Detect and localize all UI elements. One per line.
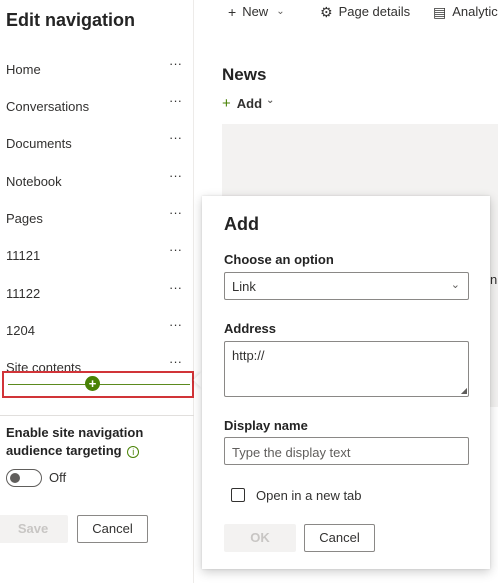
callout-cancel-button[interactable]: Cancel: [304, 524, 375, 552]
panel-title: Edit navigation: [6, 10, 136, 30]
resize-grip-icon[interactable]: ◢: [461, 387, 467, 395]
more-options-icon[interactable]: ···: [169, 354, 182, 369]
more-options-icon[interactable]: ···: [169, 317, 182, 332]
add-label: Add: [236, 96, 263, 111]
add-link-callout: Add Choose an option Link ⌄ Address http…: [202, 196, 490, 569]
option-dropdown[interactable]: Link ⌄: [224, 272, 469, 300]
info-icon[interactable]: i: [127, 445, 140, 458]
add-link-plus-icon[interactable]: +: [85, 376, 100, 391]
new-command[interactable]: + New ⌄: [228, 3, 285, 21]
nav-item-conversations[interactable]: Conversations ···: [0, 93, 190, 119]
chevron-down-icon: ⌄: [450, 279, 460, 291]
news-add-button[interactable]: + Add ⌄: [222, 95, 274, 112]
more-options-icon[interactable]: ···: [169, 56, 182, 71]
nav-item-label: Pages: [6, 211, 43, 226]
nav-item-home[interactable]: Home ···: [0, 56, 190, 82]
nav-item-label: Notebook: [6, 174, 62, 189]
gear-icon: ⚙: [320, 4, 333, 20]
more-options-icon[interactable]: ···: [169, 168, 182, 183]
address-value: http://: [232, 348, 265, 363]
nav-item-label: 11122: [6, 286, 41, 301]
new-label: New: [242, 4, 269, 19]
toggle-state-text: Off: [49, 470, 67, 485]
display-name-placeholder: Type the display text: [232, 445, 351, 460]
option-dropdown-value: Link: [232, 279, 256, 294]
nav-item-label: Home: [6, 62, 41, 77]
divider: [0, 415, 194, 416]
more-options-icon[interactable]: ···: [169, 93, 182, 108]
insert-link-highlight[interactable]: +: [2, 371, 194, 398]
nav-item-11122[interactable]: 11122 ···: [0, 280, 190, 306]
analytics-command[interactable]: ▤ Analytic: [433, 3, 498, 21]
nav-item-label: 1204: [6, 323, 35, 338]
page-details-label: Page details: [338, 4, 411, 19]
nav-item-notebook[interactable]: Notebook ···: [0, 168, 190, 194]
nav-item-label: 11121: [6, 248, 41, 263]
audience-targeting-toggle[interactable]: [6, 469, 42, 487]
more-options-icon[interactable]: ···: [169, 205, 182, 220]
nav-item-label: Documents: [6, 136, 72, 151]
display-name-input[interactable]: Type the display text: [224, 437, 469, 465]
open-new-tab-checkbox[interactable]: [231, 488, 245, 502]
partial-text: n: [490, 272, 498, 287]
choose-option-label: Choose an option: [224, 252, 334, 267]
plus-icon: +: [222, 95, 231, 112]
address-input[interactable]: http:// ◢: [224, 341, 469, 397]
audience-targeting-text: Enable site navigation audience targetin…: [6, 425, 144, 458]
edit-navigation-panel: Edit navigation Home ··· Conversations ·…: [0, 0, 194, 583]
display-name-label: Display name: [224, 418, 308, 433]
toggle-knob: [10, 473, 20, 483]
ok-button[interactable]: OK: [224, 524, 296, 552]
news-section-title: News: [222, 65, 267, 84]
more-options-icon[interactable]: ···: [169, 280, 182, 295]
save-button[interactable]: Save: [0, 515, 68, 543]
more-options-icon[interactable]: ···: [169, 130, 182, 145]
nav-item-pages[interactable]: Pages ···: [0, 205, 190, 231]
cancel-button[interactable]: Cancel: [77, 515, 148, 543]
page-details-command[interactable]: ⚙ Page details: [320, 3, 410, 21]
address-label: Address: [224, 321, 277, 336]
nav-item-label: Conversations: [6, 99, 90, 114]
open-new-tab-label: Open in a new tab: [256, 488, 362, 503]
more-options-icon[interactable]: ···: [169, 242, 182, 257]
plus-icon: +: [228, 4, 237, 20]
nav-item-documents[interactable]: Documents ···: [0, 130, 190, 156]
callout-title: Add: [224, 214, 259, 234]
analytics-label: Analytic: [452, 4, 498, 19]
nav-item-1204[interactable]: 1204 ···: [0, 317, 190, 343]
chevron-down-icon: ⌄: [276, 6, 285, 17]
chevron-down-icon: ⌄: [266, 95, 275, 106]
audience-targeting-label: Enable site navigation audience targetin…: [6, 424, 166, 460]
analytics-icon: ▤: [433, 4, 447, 20]
nav-item-11121[interactable]: 11121 ···: [0, 242, 190, 268]
